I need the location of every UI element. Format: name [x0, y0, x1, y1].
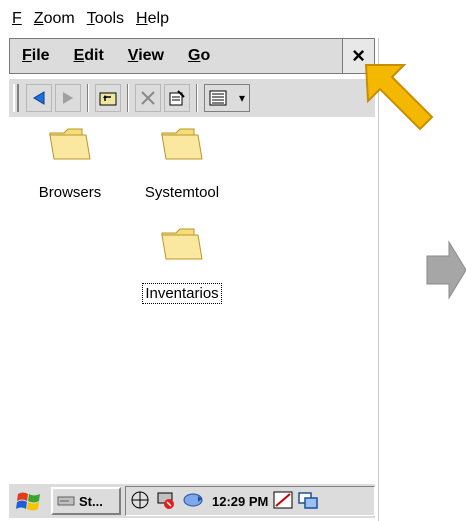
explorer-menu-go[interactable]: Go	[188, 47, 210, 65]
folder-label: Inventarios	[142, 283, 222, 304]
no-connection-icon[interactable]	[156, 490, 178, 512]
explorer-menu-view[interactable]: View	[128, 47, 164, 65]
delete-icon	[141, 91, 155, 105]
toolbar-separator	[196, 84, 198, 112]
menu-file[interactable]: F	[12, 10, 22, 28]
menu-help[interactable]: Help	[136, 10, 169, 28]
explorer-menu-edit[interactable]: Edit	[74, 47, 104, 65]
switch-windows-icon[interactable]	[298, 490, 320, 512]
view-menu-icon	[209, 90, 227, 106]
start-button[interactable]	[11, 486, 47, 516]
toolbar-grip[interactable]	[13, 84, 19, 112]
folder-label: Systemtool	[144, 184, 220, 201]
taskbar: St... 12:29 PM	[9, 482, 375, 518]
forward-icon	[63, 92, 73, 104]
outer-menu-bar: F Zoom Tools Help	[0, 0, 379, 38]
explorer-menu-bar: File Edit View Go ×	[9, 38, 375, 74]
properties-icon	[169, 90, 185, 106]
explorer-toolbar: ▾	[9, 79, 375, 117]
forward-button[interactable]	[55, 84, 81, 112]
folder-label: Browsers	[38, 184, 102, 201]
up-folder-button[interactable]	[95, 84, 121, 112]
file-list: Browsers Systemtool Inventarios	[9, 117, 375, 452]
network-icon[interactable]	[130, 490, 152, 512]
toolbar-separator	[87, 84, 89, 112]
toolbar-separator	[127, 84, 129, 112]
input-panel-icon[interactable]	[272, 490, 294, 512]
next-arrow-icon	[426, 240, 466, 300]
sync-icon[interactable]	[182, 490, 204, 512]
chevron-down-icon: ▾	[238, 91, 245, 105]
task-window-button[interactable]: St...	[51, 487, 121, 515]
back-icon	[33, 91, 45, 105]
folder-icon	[161, 128, 203, 160]
explorer-menu-file[interactable]: File	[22, 47, 50, 65]
pointer-arrow-icon	[364, 64, 434, 131]
properties-button[interactable]	[164, 84, 190, 112]
pda-screen: F Zoom Tools Help File Edit View Go × ▾ …	[0, 0, 379, 521]
folder-icon	[49, 128, 91, 160]
menu-tools[interactable]: Tools	[87, 10, 124, 28]
up-folder-icon	[99, 92, 117, 106]
clock[interactable]: 12:29 PM	[212, 494, 268, 509]
windows-flag-icon	[16, 492, 40, 511]
task-window-label: St...	[79, 493, 103, 509]
folder-item-focused[interactable]: Inventarios	[127, 225, 237, 304]
folder-icon	[161, 228, 203, 260]
folder-item[interactable]: Browsers	[15, 125, 125, 202]
drive-icon	[57, 496, 75, 506]
system-tray: 12:29 PM	[125, 486, 375, 516]
back-button[interactable]	[26, 84, 52, 112]
menu-zoom[interactable]: Zoom	[34, 10, 75, 28]
view-mode-dropdown[interactable]: ▾	[204, 84, 250, 112]
delete-button[interactable]	[135, 84, 161, 112]
folder-item[interactable]: Systemtool	[127, 125, 237, 202]
